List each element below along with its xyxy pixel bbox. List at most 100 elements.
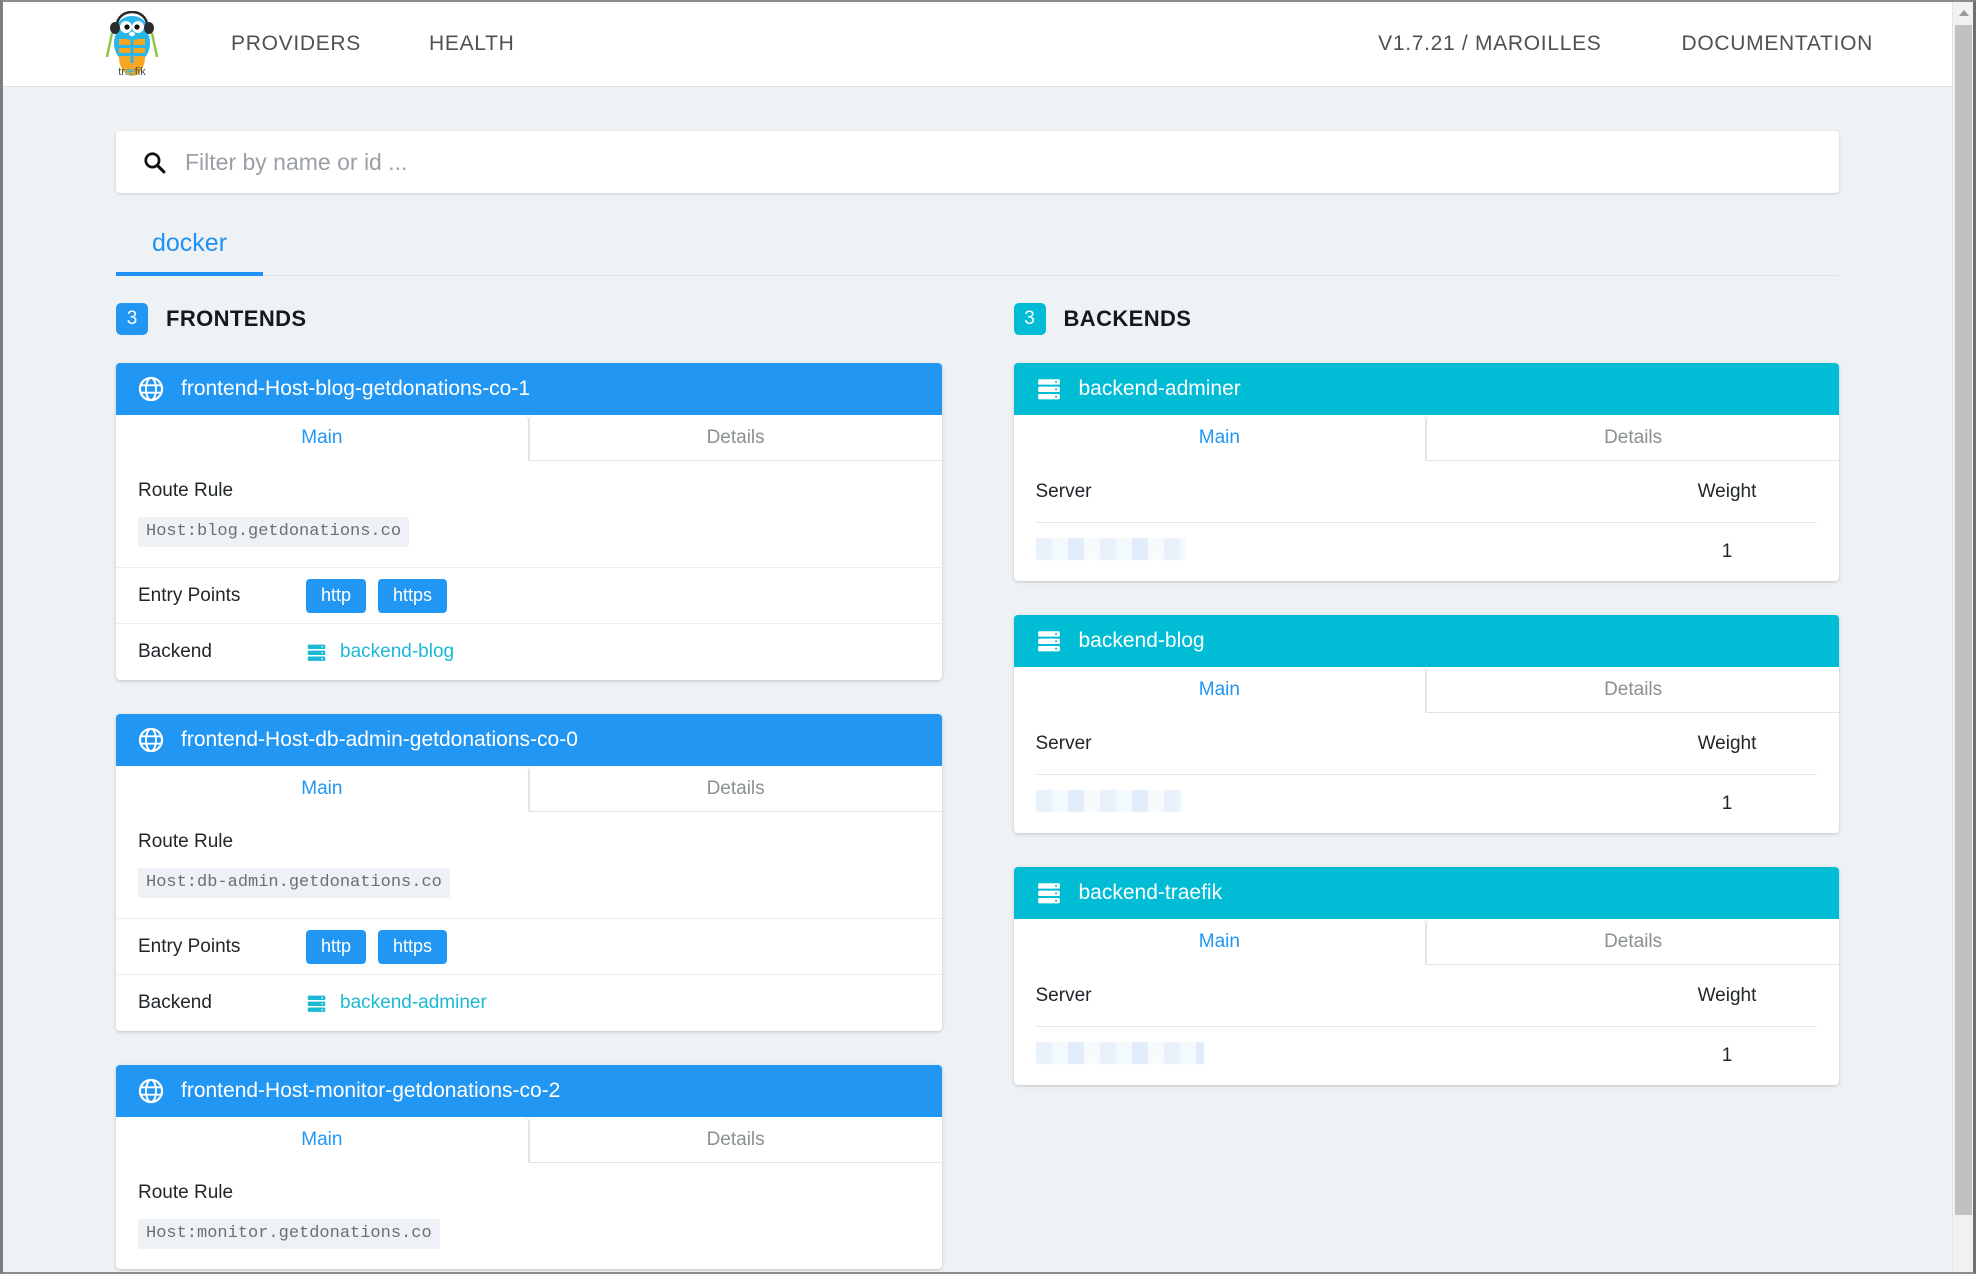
tab-details[interactable]: Details <box>1426 919 1839 965</box>
server-icon <box>1036 628 1062 654</box>
scroll-up-arrow-icon[interactable] <box>1953 2 1973 23</box>
frontend-card-tabs: Main Details <box>116 766 942 812</box>
frontend-card-header[interactable]: frontend-Host-monitor-getdonations-co-2 <box>116 1065 942 1117</box>
search-input[interactable] <box>185 148 1813 176</box>
tab-details[interactable]: Details <box>1426 415 1839 461</box>
server-icon <box>1036 376 1062 402</box>
frontend-card-header[interactable]: frontend-Host-blog-getdonations-co-1 <box>116 363 942 415</box>
provider-tab-docker[interactable]: docker <box>116 225 264 276</box>
route-rule-row: Route Rule Host:blog.getdonations.co <box>116 461 942 568</box>
page-scroll-area: træfik PROVIDERS HEALTH V1.7.21 / MAROIL… <box>3 2 1953 1272</box>
browser-viewport: træfik PROVIDERS HEALTH V1.7.21 / MAROIL… <box>0 0 1976 1274</box>
main-content: docker 3 FRONTENDS <box>3 131 1953 1272</box>
entry-point-https[interactable]: https <box>378 578 448 613</box>
backend-card-tabs: Main Details <box>1013 667 1839 713</box>
backend-link[interactable]: backend-adminer <box>306 992 487 1014</box>
backends-count-badge: 3 <box>1013 303 1046 335</box>
servers-table-header: Server Weight <box>1035 461 1817 523</box>
entry-points-row: Entry Points http https <box>116 919 942 975</box>
entry-points-row: Entry Points http https <box>116 568 942 624</box>
backends-column: 3 BACKENDS backend-adminer Main Details … <box>978 302 1840 1272</box>
backend-card-tabs: Main Details <box>1013 415 1839 461</box>
nav-link-documentation[interactable]: DOCUMENTATION <box>1666 32 1889 56</box>
backend-link[interactable]: backend-blog <box>306 641 454 663</box>
entry-point-https[interactable]: https <box>378 929 448 964</box>
route-rule-value: Host:blog.getdonations.co <box>138 517 410 547</box>
backend-card-header[interactable]: backend-traefik <box>1013 867 1839 919</box>
frontends-title: FRONTENDS <box>166 306 307 331</box>
column-header-server: Server <box>1035 732 1092 754</box>
entry-point-http[interactable]: http <box>306 929 367 964</box>
tab-details[interactable]: Details <box>528 415 942 461</box>
backend-label: Backend <box>138 641 212 662</box>
servers-table-header: Server Weight <box>1035 713 1817 775</box>
tab-main[interactable]: Main <box>116 766 529 812</box>
nav-link-providers[interactable]: PROVIDERS <box>215 32 377 56</box>
route-rule-label: Route Rule <box>138 831 234 852</box>
tab-main[interactable]: Main <box>116 1117 529 1163</box>
server-icon <box>306 642 327 663</box>
backend-card-header[interactable]: backend-adminer <box>1013 363 1839 415</box>
scrollbar-thumb[interactable] <box>1955 25 1972 1215</box>
column-header-server: Server <box>1035 480 1092 502</box>
globe-icon <box>138 1078 164 1104</box>
backend-card: backend-adminer Main Details Server Weig… <box>1013 363 1839 581</box>
entry-points-label: Entry Points <box>138 935 241 957</box>
backend-card-title: backend-blog <box>1078 629 1205 652</box>
server-icon <box>306 993 327 1014</box>
backend-card-tabs: Main Details <box>1013 919 1839 965</box>
frontends-count-badge: 3 <box>116 303 148 335</box>
tab-details[interactable]: Details <box>528 766 942 812</box>
frontend-card-title: frontend-Host-blog-getdonations-co-1 <box>181 377 531 400</box>
frontend-card: frontend-Host-db-admin-getdonations-co-0… <box>116 714 942 1031</box>
route-rule-value: Host:db-admin.getdonations.co <box>138 868 450 898</box>
svg-text:træfik: træfik <box>118 66 146 77</box>
backend-link-label: backend-adminer <box>340 992 487 1013</box>
backends-title: BACKENDS <box>1063 306 1192 331</box>
column-header-weight: Weight <box>1697 732 1757 754</box>
server-value-cell <box>1035 790 1638 818</box>
tab-main[interactable]: Main <box>1013 919 1427 965</box>
server-value-cell <box>1035 538 1638 566</box>
servers-table-header: Server Weight <box>1035 965 1817 1027</box>
servers-table: Server Weight 1 <box>1014 965 1840 1085</box>
servers-table: Server Weight 1 <box>1014 713 1840 833</box>
weight-value: 1 <box>1721 1045 1733 1066</box>
frontend-card-tabs: Main Details <box>116 1117 942 1163</box>
search-box[interactable] <box>116 131 1839 193</box>
backends-heading: 3 BACKENDS <box>1013 302 1840 336</box>
vertical-scrollbar[interactable] <box>1952 2 1973 1272</box>
route-rule-row: Route Rule Host:monitor.getdonations.co <box>116 1163 942 1269</box>
frontend-card: frontend-Host-monitor-getdonations-co-2 … <box>116 1065 942 1269</box>
frontends-column: 3 FRONTENDS frontend-Host-blog-getdonati… <box>116 302 978 1272</box>
route-rule-label: Route Rule <box>138 480 234 501</box>
entry-point-http[interactable]: http <box>306 578 367 613</box>
table-row: 1 <box>1035 1027 1818 1085</box>
backend-row: Backend <box>116 624 942 680</box>
redacted-server-value <box>1035 1042 1204 1064</box>
column-header-server: Server <box>1035 984 1092 1006</box>
redacted-server-value <box>1035 538 1186 560</box>
column-header-weight: Weight <box>1697 984 1757 1006</box>
frontend-card-header[interactable]: frontend-Host-db-admin-getdonations-co-0 <box>116 714 942 766</box>
tab-details[interactable]: Details <box>528 1117 942 1163</box>
tab-main[interactable]: Main <box>116 415 529 461</box>
tab-main[interactable]: Main <box>1013 667 1427 713</box>
search-section <box>3 131 1953 193</box>
backend-card: backend-blog Main Details Server Weight <box>1013 615 1840 833</box>
navbar-left-group: træfik PROVIDERS HEALTH <box>3 11 531 77</box>
backend-card-header[interactable]: backend-blog <box>1013 615 1839 667</box>
globe-icon <box>138 376 164 402</box>
route-rule-value: Host:monitor.getdonations.co <box>138 1219 440 1249</box>
backend-card-title: backend-traefik <box>1078 881 1223 904</box>
tab-details[interactable]: Details <box>1426 667 1839 713</box>
backend-link-label: backend-blog <box>340 641 455 662</box>
route-rule-label: Route Rule <box>138 1182 234 1203</box>
tab-main[interactable]: Main <box>1013 415 1427 461</box>
globe-icon <box>138 727 164 753</box>
nav-link-health[interactable]: HEALTH <box>413 32 531 56</box>
search-icon <box>142 150 167 175</box>
backend-card: backend-traefik Main Details Server Weig… <box>1013 867 1840 1085</box>
traefik-gopher-logo[interactable]: træfik <box>101 11 163 77</box>
redacted-server-value <box>1035 790 1182 812</box>
